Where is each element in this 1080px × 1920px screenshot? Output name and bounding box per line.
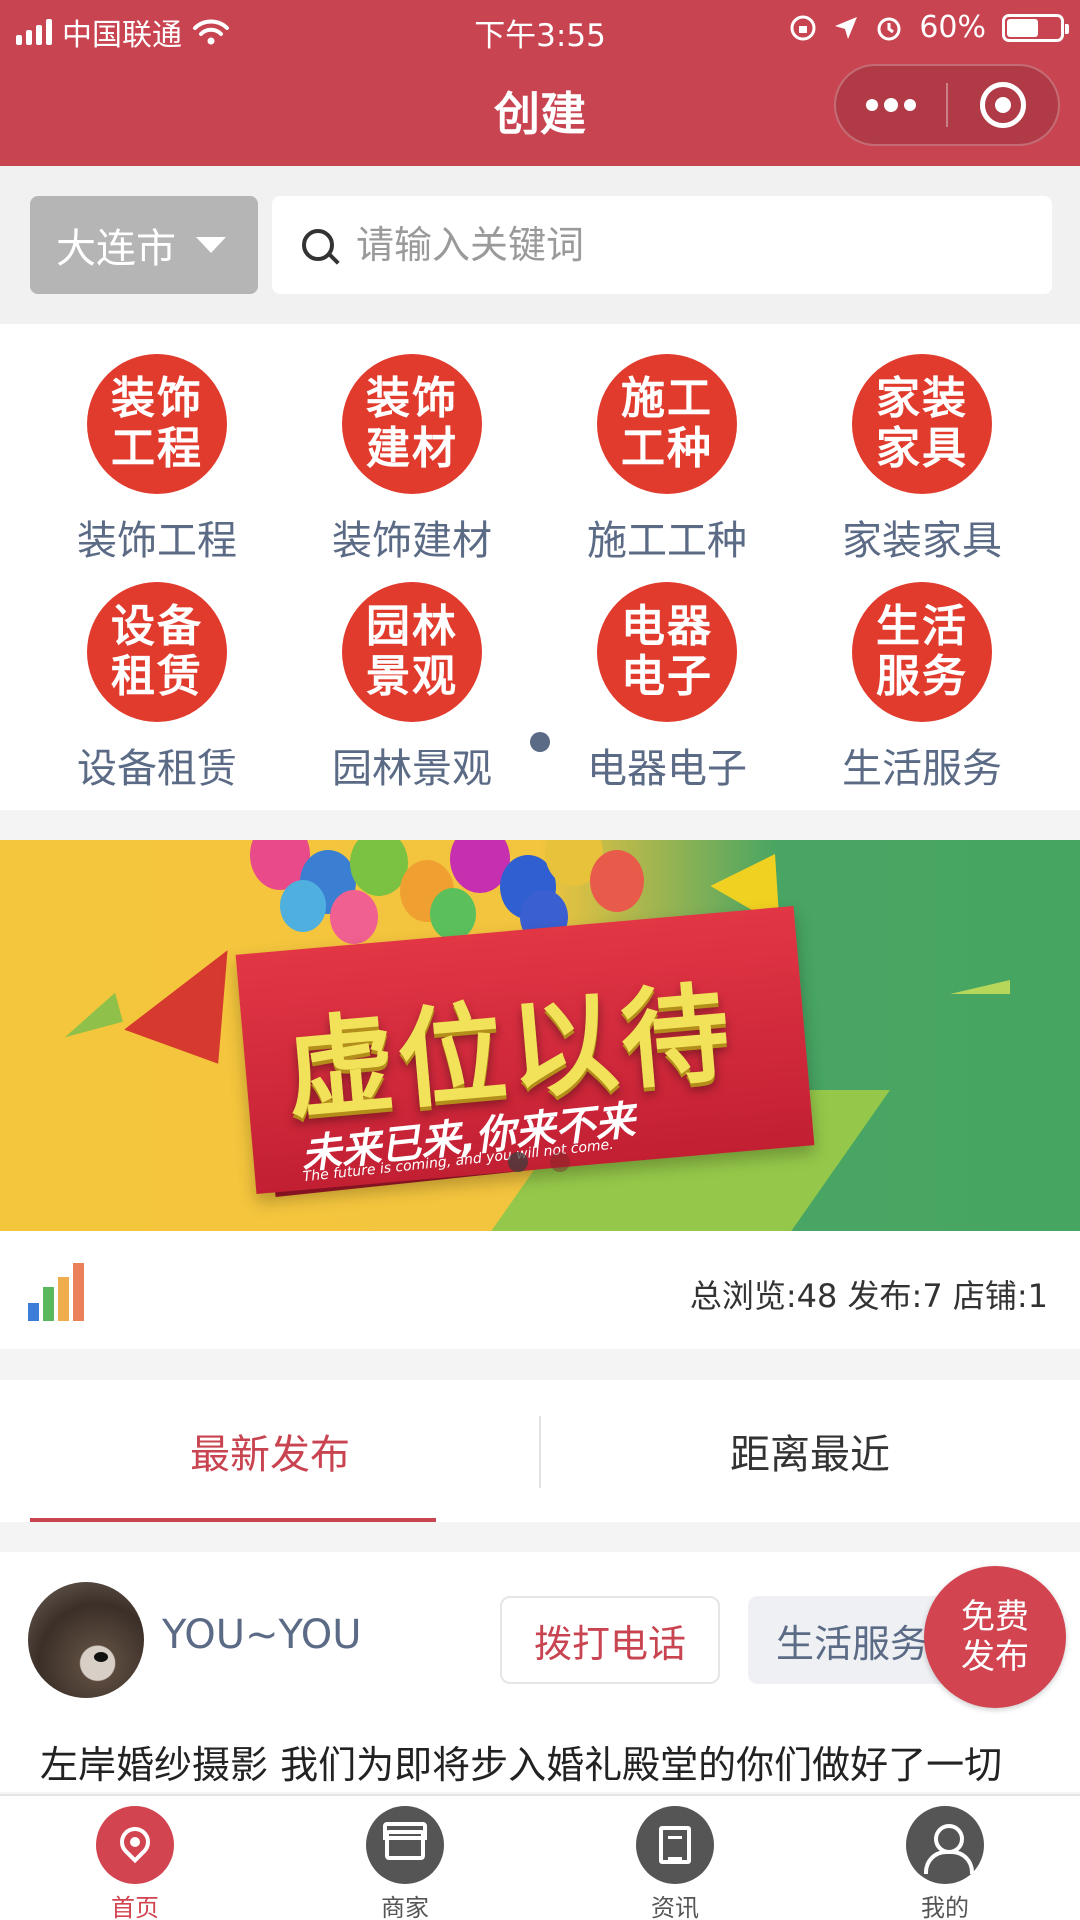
tabbar-item-merchants[interactable]: 商家: [270, 1806, 540, 1920]
tabbar-label: 商家: [381, 1894, 429, 1920]
mini-program-capsule: [834, 64, 1060, 146]
category-item[interactable]: 电器 电子 电器电子: [532, 582, 802, 792]
search-input[interactable]: [356, 223, 996, 267]
category-item[interactable]: 设备 租赁 设备租赁: [22, 582, 292, 792]
news-icon: [636, 1806, 714, 1884]
fab-line1: 免费: [961, 1597, 1029, 1637]
search-row: 大连市: [0, 166, 1080, 324]
location-pin-icon: [96, 1806, 174, 1884]
category-item[interactable]: 生活 服务 生活服务: [787, 582, 1057, 792]
category-grid: 装饰 工程 装饰工程 装饰 建材 装饰建材 施工 工种 施工工种 家装 家具 家装家具 设备 租赁 设备租赁…: [0, 324, 1080, 810]
category-label: 电器电子: [587, 746, 747, 792]
banner-pagination: [508, 1152, 570, 1172]
alarm-icon: [877, 17, 901, 40]
location-arrow-icon: [835, 16, 858, 39]
tabbar-item-mine[interactable]: 我的: [810, 1806, 1080, 1920]
search-icon: [302, 229, 334, 261]
close-button[interactable]: [948, 66, 1058, 144]
more-button[interactable]: [836, 66, 946, 144]
call-button[interactable]: 拨打电话: [500, 1596, 720, 1684]
tabbar-label: 资讯: [651, 1894, 699, 1920]
category-label: 家装家具: [842, 518, 1002, 564]
category-item[interactable]: 园林 景观 园林景观: [277, 582, 547, 792]
post-description: 左岸婚纱摄影 我们为即将步入婚礼殿堂的你们做好了一切: [40, 1743, 1003, 1787]
free-publish-button[interactable]: 免费 发布: [924, 1566, 1066, 1708]
tabbar-label: 我的: [921, 1894, 969, 1920]
shop-icon: [366, 1806, 444, 1884]
banner-dot[interactable]: [550, 1152, 570, 1172]
category-badge-icon: 装饰 建材: [342, 354, 482, 494]
category-badge-icon: 园林 景观: [342, 582, 482, 722]
tabbar-item-home[interactable]: 首页: [0, 1806, 270, 1920]
category-badge-icon: 装饰 工程: [87, 354, 227, 494]
status-bar: 中国联通 下午3:55 60%: [0, 0, 1080, 54]
tab-nearest[interactable]: 距离最近: [540, 1380, 1080, 1522]
stats-summary: 总浏览:48 发布:7 店铺:1: [689, 1277, 1048, 1315]
post-card[interactable]: YOU~YOU 拨打电话 生活服务 左岸婚纱摄影 我们为即将步入婚礼殿堂的你们做…: [0, 1552, 1080, 1792]
category-badge-icon: 生活 服务: [852, 582, 992, 722]
post-username[interactable]: YOU~YOU: [162, 1612, 362, 1658]
tab-latest[interactable]: 最新发布: [0, 1380, 540, 1522]
category-label: 园林景观: [332, 746, 492, 792]
status-right: 60%: [789, 10, 1069, 45]
category-label: 装饰工程: [77, 518, 237, 564]
search-box[interactable]: [272, 196, 1052, 294]
category-label: 设备租赁: [77, 746, 237, 792]
promo-banner[interactable]: 虚位以待 未来已来,你来不来 The future is coming, and…: [0, 840, 1080, 1231]
avatar[interactable]: [28, 1582, 144, 1698]
category-item[interactable]: 装饰 工程 装饰工程: [22, 354, 292, 564]
category-item[interactable]: 家装 家具 家装家具: [787, 354, 1057, 564]
battery-percent: 60%: [919, 10, 986, 45]
caret-down-icon: [196, 237, 226, 253]
city-selector[interactable]: 大连市: [30, 196, 258, 294]
user-icon: [906, 1806, 984, 1884]
bar-chart-icon: [28, 1263, 88, 1321]
bottom-tab-bar: 首页 商家 资讯 我的: [0, 1794, 1080, 1920]
category-label: 生活服务: [842, 746, 1002, 792]
more-dots-icon: [866, 97, 916, 112]
tabbar-label: 首页: [111, 1894, 159, 1920]
stats-bar: 总浏览:48 发布:7 店铺:1: [0, 1231, 1080, 1349]
category-badge-icon: 电器 电子: [597, 582, 737, 722]
category-label: 施工工种: [587, 518, 747, 564]
category-badge-icon: 设备 租赁: [87, 582, 227, 722]
battery-icon: [1002, 13, 1069, 42]
category-label: 装饰建材: [332, 518, 492, 564]
category-badge-icon: 施工 工种: [597, 354, 737, 494]
city-name: 大连市: [56, 226, 176, 272]
tabbar-item-news[interactable]: 资讯: [540, 1806, 810, 1920]
feed-tabs: 最新发布 距离最近: [0, 1380, 1080, 1522]
top-bar: 中国联通 下午3:55 60% 创建: [0, 0, 1080, 166]
fab-line2: 发布: [961, 1637, 1029, 1677]
banner-dot[interactable]: [508, 1152, 528, 1172]
rotation-lock-icon: [790, 15, 816, 40]
category-item[interactable]: 施工 工种 施工工种: [532, 354, 802, 564]
category-badge-icon: 家装 家具: [852, 354, 992, 494]
target-icon: [980, 82, 1026, 128]
category-item[interactable]: 装饰 建材 装饰建材: [277, 354, 547, 564]
